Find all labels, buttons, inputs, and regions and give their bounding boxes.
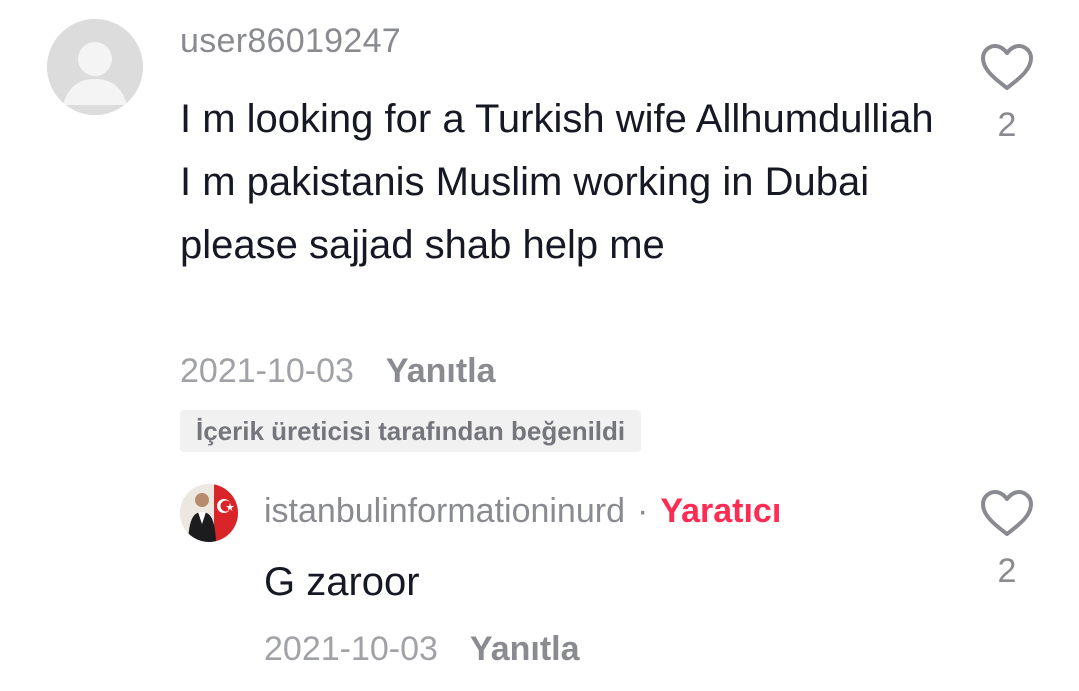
- creator-badge: Yaratıcı: [660, 492, 782, 530]
- comment-text: I m looking for a Turkish wife Allhumdul…: [180, 97, 934, 267]
- creator-photo: [180, 484, 238, 542]
- default-avatar[interactable]: [47, 19, 143, 115]
- reply-date: 2021-10-03: [264, 630, 438, 668]
- creator-avatar[interactable]: [180, 484, 238, 542]
- person-placeholder-icon: [47, 19, 143, 115]
- comment-username[interactable]: user86019247: [180, 22, 401, 61]
- reply-username[interactable]: istanbulinformationinurd: [264, 492, 625, 531]
- comment-date: 2021-10-03: [180, 352, 354, 390]
- like-count: 2: [997, 106, 1017, 144]
- reply-button[interactable]: Yanıtla: [470, 630, 580, 669]
- heart-outline-icon[interactable]: [979, 488, 1035, 538]
- reply-text: G zaroor: [264, 560, 420, 604]
- reply-button[interactable]: Yanıtla: [386, 352, 496, 391]
- separator-dot: ·: [636, 492, 649, 530]
- reply-meta: 2021-10-03 Yanıtla: [264, 630, 580, 669]
- comment-like: 2: [977, 42, 1037, 145]
- liked-by-creator-badge: İçerik üreticisi tarafından beğenildi: [180, 410, 642, 452]
- like-count: 2: [997, 552, 1017, 590]
- reply-like: 2: [977, 488, 1037, 591]
- comment-meta: 2021-10-03 Yanıtla: [180, 352, 496, 391]
- reply-username-row: istanbulinformationinurd · Yaratıcı: [264, 492, 781, 531]
- heart-outline-icon[interactable]: [979, 42, 1035, 92]
